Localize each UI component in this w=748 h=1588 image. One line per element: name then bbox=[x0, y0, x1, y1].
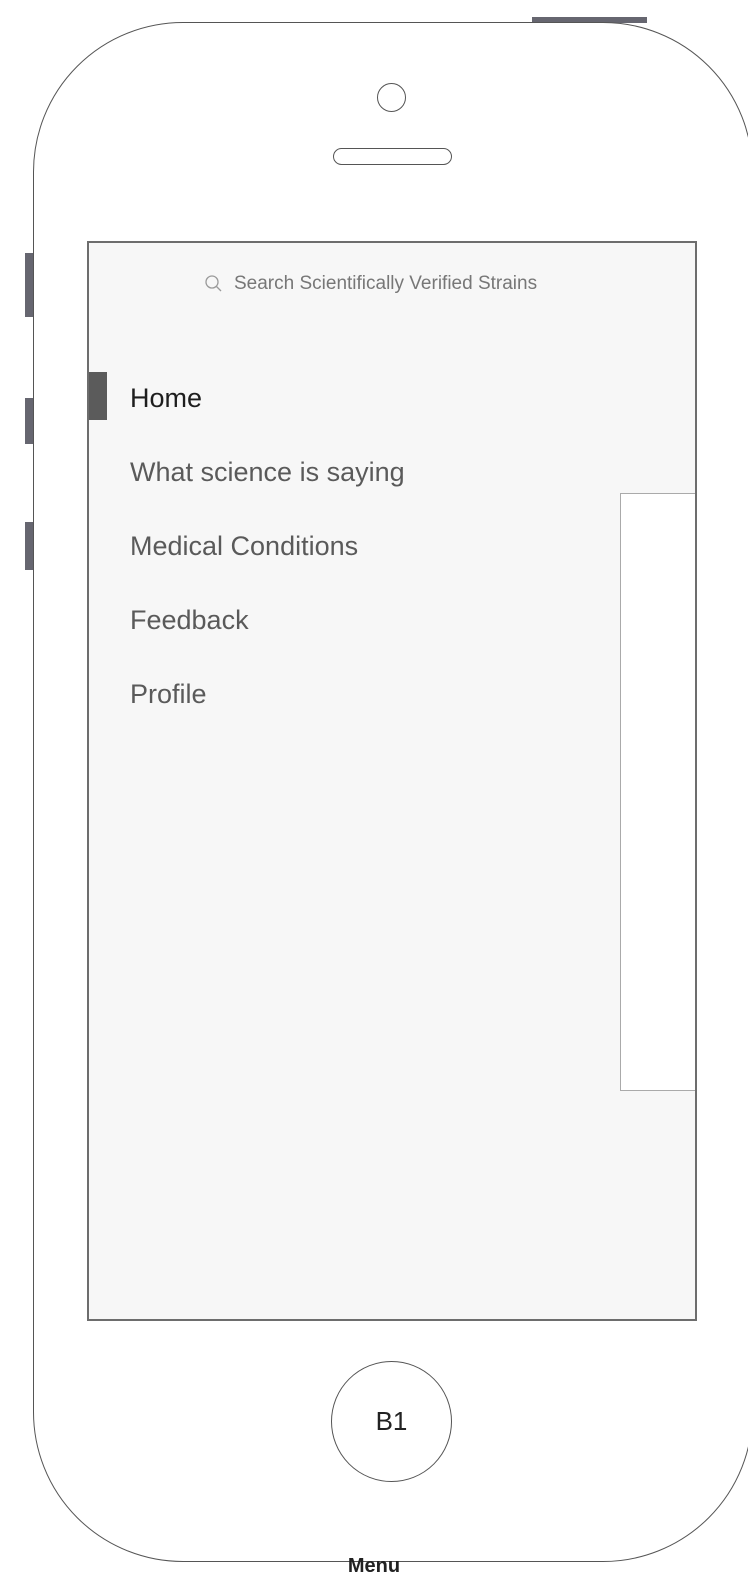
mute-switch bbox=[25, 253, 33, 317]
search-icon bbox=[204, 274, 224, 294]
earpiece-speaker bbox=[333, 148, 452, 165]
menu-item-feedback[interactable]: Feedback bbox=[89, 592, 695, 666]
search-field[interactable]: Search Scientifically Verified Strains bbox=[204, 273, 537, 295]
navigation-menu: Home What science is saying Medical Cond… bbox=[89, 370, 695, 740]
menu-item-what-science-is-saying[interactable]: What science is saying bbox=[89, 444, 695, 518]
phone-screen: Search Scientifically Verified Strains H… bbox=[87, 241, 697, 1321]
volume-up-button bbox=[25, 398, 33, 444]
menu-item-label: Profile bbox=[130, 679, 207, 709]
main-content-panel[interactable] bbox=[620, 493, 695, 1091]
active-indicator bbox=[89, 372, 107, 420]
menu-item-label: Medical Conditions bbox=[130, 531, 359, 561]
home-button[interactable]: B1 bbox=[331, 1361, 452, 1482]
screen-caption: Menu bbox=[347, 1555, 401, 1577]
menu-item-home[interactable]: Home bbox=[89, 370, 695, 444]
menu-item-medical-conditions[interactable]: Medical Conditions bbox=[89, 518, 695, 592]
volume-down-button bbox=[25, 522, 33, 570]
menu-item-profile[interactable]: Profile bbox=[89, 666, 695, 740]
front-camera bbox=[377, 83, 406, 112]
menu-item-label: Feedback bbox=[130, 605, 249, 635]
home-button-label: B1 bbox=[375, 1406, 408, 1436]
menu-item-label: Home bbox=[130, 383, 203, 413]
search-placeholder: Search Scientifically Verified Strains bbox=[234, 273, 538, 294]
menu-item-label: What science is saying bbox=[130, 457, 405, 487]
